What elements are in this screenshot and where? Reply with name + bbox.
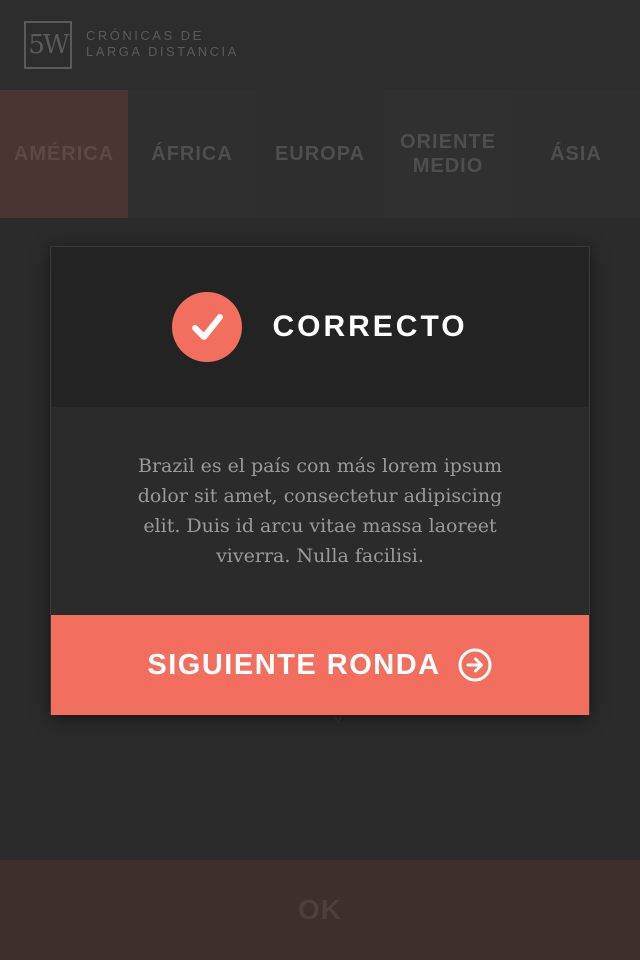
brand-line-1: CRÓNICAS DE: [86, 28, 204, 43]
tab-africa[interactable]: ÁFRICA: [128, 90, 256, 218]
check-icon: [172, 292, 243, 362]
modal-header: CORRECTO: [51, 247, 589, 407]
next-round-label: SIGUIENTE RONDA: [147, 648, 441, 681]
result-title: CORRECTO: [272, 310, 468, 343]
app-header: 5W CRÓNICAS DE LARGA DISTANCIA: [0, 0, 640, 90]
result-modal: CORRECTO Brazil es el país con más lorem…: [50, 246, 590, 715]
tab-oriente-medio[interactable]: ORIENTE MEDIO: [384, 90, 512, 218]
ok-button[interactable]: OK: [0, 860, 640, 960]
modal-body: Brazil es el país con más lorem ipsum do…: [51, 407, 589, 615]
next-round-button[interactable]: SIGUIENTE RONDA: [51, 615, 589, 715]
brand-line-2: LARGA DISTANCIA: [86, 44, 239, 59]
tab-europa[interactable]: EUROPA: [256, 90, 384, 218]
region-tabs: AMÉRICA ÁFRICA EUROPA ORIENTE MEDIO ÁSIA: [0, 90, 640, 218]
logo: 5W: [24, 21, 72, 69]
result-description: Brazil es el país con más lorem ipsum do…: [137, 455, 503, 567]
arrow-right-circle-icon: [458, 648, 492, 682]
tab-america[interactable]: AMÉRICA: [0, 90, 128, 218]
brand-name: CRÓNICAS DE LARGA DISTANCIA: [86, 28, 239, 60]
tab-asia[interactable]: ÁSIA: [512, 90, 640, 218]
